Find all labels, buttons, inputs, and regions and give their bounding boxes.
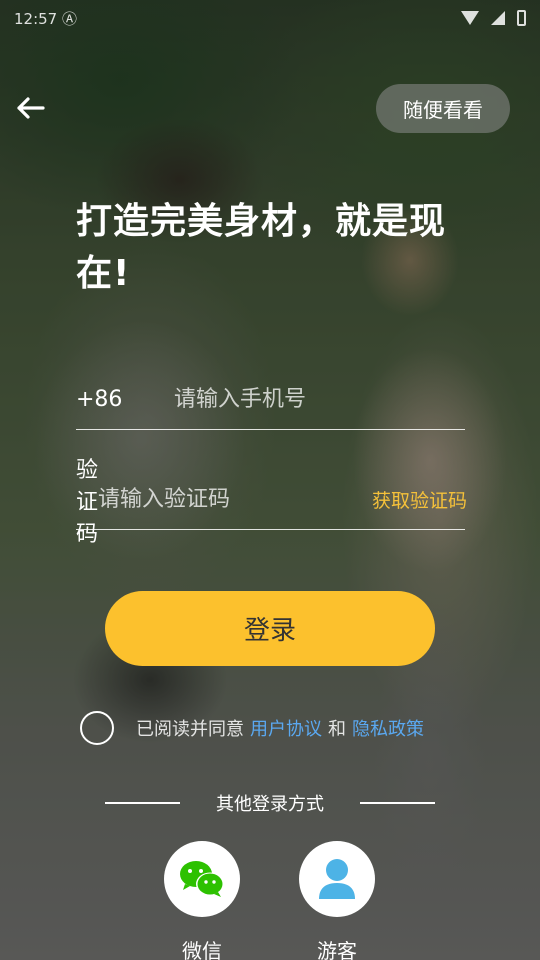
status-left: 12:57 Ⓐ xyxy=(14,8,77,29)
battery-icon xyxy=(517,10,526,26)
back-button[interactable] xyxy=(12,92,48,124)
wechat-login-button[interactable] xyxy=(164,841,240,917)
phone-row: +86 xyxy=(76,370,465,430)
agreement-prefix: 已阅读并同意 xyxy=(136,719,244,740)
browse-button[interactable]: 随便看看 xyxy=(376,84,510,133)
get-code-button[interactable]: 获取验证码 xyxy=(372,486,467,513)
wechat-login: 微信 xyxy=(164,841,240,960)
agreement-and: 和 xyxy=(328,719,346,740)
divider-right xyxy=(360,802,435,804)
guest-label: 游客 xyxy=(317,939,357,960)
agreement-row: 已阅读并同意 用户协议 和 隐私政策 xyxy=(80,710,430,746)
arrow-left-icon xyxy=(17,97,45,119)
wifi-icon xyxy=(461,11,479,25)
code-input[interactable] xyxy=(98,487,373,512)
code-row: 验证码 获取验证码 xyxy=(76,458,467,547)
phone-input[interactable] xyxy=(174,387,465,412)
status-icons xyxy=(461,10,526,26)
other-login-label: 其他登录方式 xyxy=(216,794,324,815)
other-login-divider: 其他登录方式 xyxy=(105,788,435,818)
wechat-icon xyxy=(180,861,224,897)
divider-left xyxy=(105,802,180,804)
page-title: 打造完美身材，就是现在! xyxy=(76,201,447,294)
guest-login-button[interactable] xyxy=(299,841,375,917)
code-label: 验证码 xyxy=(76,457,99,547)
privacy-policy-link[interactable]: 隐私政策 xyxy=(352,715,424,741)
guest-login: 游客 xyxy=(299,841,375,960)
status-bar: 12:57 Ⓐ xyxy=(0,0,540,36)
country-code: +86 xyxy=(76,387,123,412)
guest-user-icon xyxy=(319,859,355,899)
status-time: 12:57 xyxy=(14,9,58,28)
signal-icon xyxy=(491,11,505,25)
status-extra: Ⓐ xyxy=(62,9,78,28)
login-button[interactable]: 登录 xyxy=(105,591,435,666)
wechat-label: 微信 xyxy=(182,939,222,960)
agree-checkbox[interactable] xyxy=(80,711,114,745)
user-agreement-link[interactable]: 用户协议 xyxy=(250,715,322,741)
